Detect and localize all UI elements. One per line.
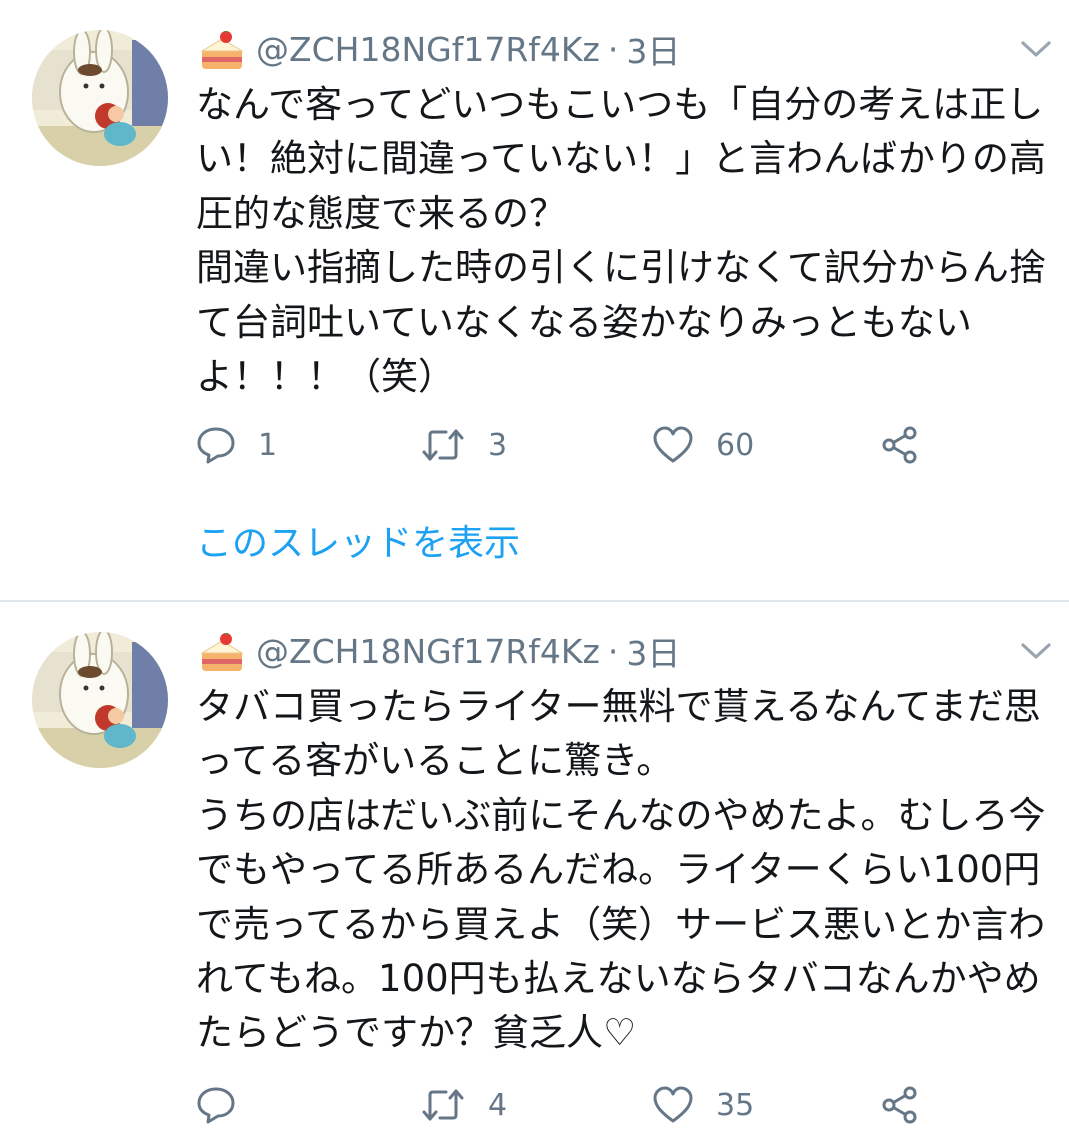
retweet-button[interactable]: 4 [420, 1080, 507, 1130]
tweet[interactable]: @ZCH18NGf17Rf4Kz · 3日 タバコ買ったらライター無料で貰えるな… [0, 602, 1069, 1142]
user-handle[interactable]: @ZCH18NGf17Rf4Kz [256, 30, 600, 69]
separator: · [607, 631, 619, 671]
retweet-count: 3 [488, 427, 508, 463]
retweet-icon [422, 429, 464, 461]
tweet-actions: 4 35 [196, 1080, 956, 1130]
tweet-actions: 1 3 60 [196, 420, 956, 470]
retweet-button[interactable]: 3 [420, 420, 507, 470]
chevron-down-icon[interactable] [1019, 38, 1053, 60]
heart-icon [653, 1086, 693, 1123]
tweet-header: @ZCH18NGf17Rf4Kz · 3日 [198, 24, 680, 74]
retweet-count: 4 [488, 1087, 508, 1123]
reply-icon [197, 1087, 235, 1124]
reply-button[interactable]: 1 [196, 420, 277, 470]
like-count: 35 [716, 1087, 755, 1123]
share-icon [882, 426, 917, 464]
reply-icon [197, 427, 235, 464]
timestamp[interactable]: 3日 [626, 627, 680, 675]
share-icon [882, 1086, 917, 1124]
like-button[interactable]: 35 [652, 1080, 754, 1130]
tweet-text: タバコ買ったらライター無料で貰えるなんてまだ思ってる客がいることに驚き。 うちの… [196, 685, 1046, 1055]
chevron-down-icon[interactable] [1019, 640, 1053, 662]
tweet-header: @ZCH18NGf17Rf4Kz · 3日 [198, 626, 680, 676]
show-thread-link[interactable]: このスレッドを表示 [196, 514, 520, 566]
share-button[interactable] [880, 420, 942, 470]
avatar[interactable] [32, 632, 168, 768]
tweet-text: なんで客ってどいつもこいつも「自分の考えは正しい！絶対に間違っていない！」と言わ… [196, 83, 1046, 399]
birthday-cake-icon [200, 633, 244, 671]
heart-icon [653, 426, 693, 463]
like-button[interactable]: 60 [652, 420, 754, 470]
avatar[interactable] [32, 30, 168, 166]
reply-count: 1 [258, 427, 278, 463]
birthday-cake-icon [200, 31, 244, 69]
retweet-icon [422, 1089, 464, 1121]
user-handle[interactable]: @ZCH18NGf17Rf4Kz [256, 632, 600, 671]
tweet[interactable]: @ZCH18NGf17Rf4Kz · 3日 なんで客ってどいつもこいつも「自分の… [0, 0, 1069, 600]
separator: · [607, 29, 619, 69]
reply-button[interactable] [196, 1080, 258, 1130]
timestamp[interactable]: 3日 [626, 25, 680, 73]
like-count: 60 [716, 427, 755, 463]
share-button[interactable] [880, 1080, 942, 1130]
